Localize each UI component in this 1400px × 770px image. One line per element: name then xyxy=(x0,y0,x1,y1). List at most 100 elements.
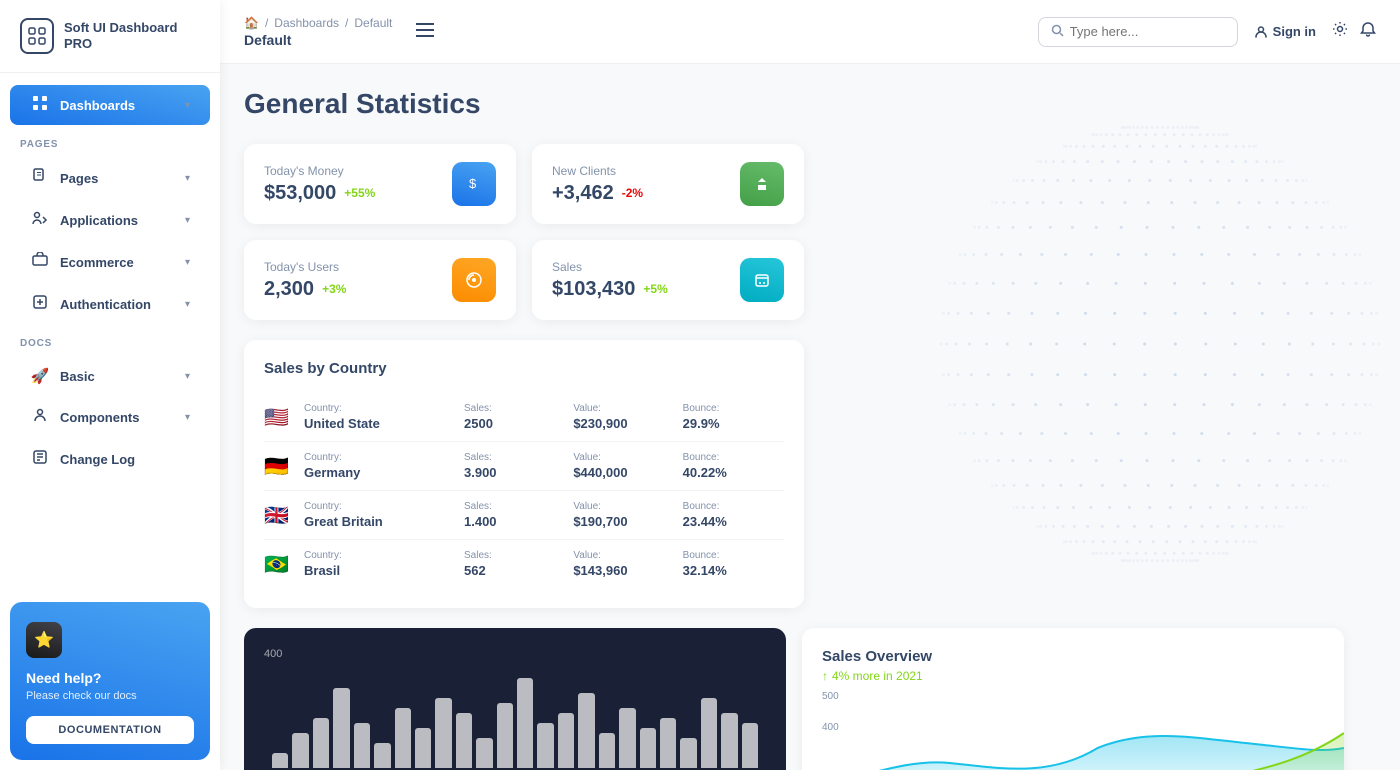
country-name-de: Germany xyxy=(304,465,456,480)
svg-text:$: $ xyxy=(469,176,477,191)
sales-by-country-section: Sales by Country 🇺🇸 Country: United Stat… xyxy=(244,340,804,608)
dashboards-chevron: ▾ xyxy=(185,100,190,111)
clients-icon xyxy=(740,162,784,206)
docs-section-label: DOCS xyxy=(0,326,220,355)
country-name-gb: Great Britain xyxy=(304,514,456,529)
sidebar-item-changelog[interactable]: Change Log xyxy=(10,439,210,479)
breadcrumb-path: 🏠 / Dashboards / Default xyxy=(244,16,392,30)
bar-chart-bars xyxy=(264,668,766,768)
users-value: 2,300 +3% xyxy=(264,278,346,301)
pages-label: Pages xyxy=(60,171,98,186)
sidebar-item-pages[interactable]: Pages ▾ xyxy=(10,158,210,198)
bar-chart-card: 400 0 200 400 xyxy=(244,628,786,770)
help-title: Need help? xyxy=(26,670,194,686)
sidebar-item-dashboards[interactable]: Dashboards ▾ xyxy=(10,85,210,125)
stat-card-clients: New Clients +3,462 -2% xyxy=(532,144,804,224)
sidebar-nav: Dashboards ▾ PAGES Pages ▾ Applications xyxy=(0,73,220,592)
stat-card-users: Today's Users 2,300 +3% xyxy=(244,240,516,320)
pages-icon xyxy=(30,168,50,188)
search-icon xyxy=(1051,24,1064,40)
country-sales-br: 562 xyxy=(464,563,565,578)
pages-chevron: ▾ xyxy=(185,173,190,184)
stats-grid: Today's Money $53,000 +55% $ New Clients… xyxy=(244,144,804,320)
money-change: +55% xyxy=(344,186,375,200)
clients-label: New Clients xyxy=(552,164,643,178)
money-label: Today's Money xyxy=(264,164,375,178)
changelog-icon xyxy=(30,449,50,469)
country-value-de: $440,000 xyxy=(573,465,674,480)
sign-in-link[interactable]: Sign in xyxy=(1254,24,1316,39)
country-sales-gb: 1.400 xyxy=(464,514,565,529)
settings-icon[interactable] xyxy=(1332,21,1348,42)
flag-us: 🇺🇸 xyxy=(264,405,296,430)
country-value-gb: $190,700 xyxy=(573,514,674,529)
sidebar-item-ecommerce[interactable]: Ecommerce ▾ xyxy=(10,242,210,282)
country-bounce-br: 32.14% xyxy=(683,563,784,578)
bottom-charts-row: 400 0 200 400 Sales Overview ↑ 4% more i… xyxy=(244,628,1344,770)
applications-label: Applications xyxy=(60,213,138,228)
country-bounce-gb: 23.44% xyxy=(683,514,784,529)
header-right: Sign in xyxy=(1038,17,1376,47)
sales-change: +5% xyxy=(643,282,667,296)
overview-change: ↑ 4% more in 2021 xyxy=(822,669,1324,683)
sign-in-label: Sign in xyxy=(1273,24,1316,39)
ecommerce-chevron: ▾ xyxy=(185,257,190,268)
search-box[interactable] xyxy=(1038,17,1238,47)
sidebar-item-basic[interactable]: 🚀 Basic ▾ xyxy=(10,357,210,395)
general-statistics-title: General Statistics xyxy=(244,88,1376,120)
sales-country-title: Sales by Country xyxy=(264,360,784,377)
sidebar-item-authentication[interactable]: Authentication ▾ xyxy=(10,284,210,324)
sidebar: Soft UI Dashboard PRO Dashboards ▾ PAGES… xyxy=(0,0,220,770)
applications-chevron: ▾ xyxy=(185,215,190,226)
sidebar-item-applications[interactable]: Applications ▾ xyxy=(10,200,210,240)
clients-change: -2% xyxy=(622,186,643,200)
header-icons xyxy=(1332,21,1376,42)
search-input[interactable] xyxy=(1070,24,1225,39)
sales-label: Sales xyxy=(552,260,668,274)
documentation-button[interactable]: DOCUMENTATION xyxy=(26,716,194,744)
basic-chevron: ▾ xyxy=(185,371,190,382)
changelog-label: Change Log xyxy=(60,452,135,467)
overview-y-labels: 500 400 xyxy=(822,691,1324,733)
sidebar-logo: Soft UI Dashboard PRO xyxy=(0,0,220,73)
home-icon: 🏠 xyxy=(244,16,259,30)
sales-overview-card: Sales Overview ↑ 4% more in 2021 500 400 xyxy=(802,628,1344,770)
country-name-us: United State xyxy=(304,416,456,431)
notifications-icon[interactable] xyxy=(1360,21,1376,42)
components-label: Components xyxy=(60,410,139,425)
help-star-icon: ⭐ xyxy=(26,622,62,658)
ecommerce-label: Ecommerce xyxy=(60,255,134,270)
country-name-br: Brasil xyxy=(304,563,456,578)
help-box: ⭐ Need help? Please check our docs DOCUM… xyxy=(10,602,210,760)
auth-label: Authentication xyxy=(60,297,151,312)
country-row-br: 🇧🇷 Country: Brasil Sales: 562 Value: $14… xyxy=(264,540,784,588)
country-row-de: 🇩🇪 Country: Germany Sales: 3.900 Value: … xyxy=(264,442,784,491)
users-change: +3% xyxy=(322,282,346,296)
app-name: Soft UI Dashboard PRO xyxy=(64,20,200,51)
country-row-gb: 🇬🇧 Country: Great Britain Sales: 1.400 V… xyxy=(264,491,784,540)
breadcrumb-dashboards[interactable]: Dashboards xyxy=(274,16,339,30)
globe-visualization xyxy=(820,64,1400,704)
country-bounce-de: 40.22% xyxy=(683,465,784,480)
auth-chevron: ▾ xyxy=(185,299,190,310)
country-bounce-us: 29.9% xyxy=(683,416,784,431)
country-row-us: 🇺🇸 Country: United State Sales: 2500 Val… xyxy=(264,393,784,442)
flag-de: 🇩🇪 xyxy=(264,454,296,479)
ecommerce-icon xyxy=(30,252,50,272)
flag-gb: 🇬🇧 xyxy=(264,503,296,528)
users-label: Today's Users xyxy=(264,260,346,274)
menu-toggle-button[interactable] xyxy=(408,17,442,46)
components-icon xyxy=(30,407,50,427)
help-subtitle: Please check our docs xyxy=(26,690,194,702)
page-title-header: Default xyxy=(244,32,392,48)
applications-icon xyxy=(30,210,50,230)
content-area: General Statistics Today's Money $53,000… xyxy=(220,64,1400,770)
sidebar-item-components[interactable]: Components ▾ xyxy=(10,397,210,437)
flag-br: 🇧🇷 xyxy=(264,552,296,577)
breadcrumb-default: Default xyxy=(354,16,392,30)
basic-label: Basic xyxy=(60,369,95,384)
sales-icon xyxy=(740,258,784,302)
clients-value: +3,462 -2% xyxy=(552,182,643,205)
pages-section-label: PAGES xyxy=(0,127,220,156)
country-sales-de: 3.900 xyxy=(464,465,565,480)
